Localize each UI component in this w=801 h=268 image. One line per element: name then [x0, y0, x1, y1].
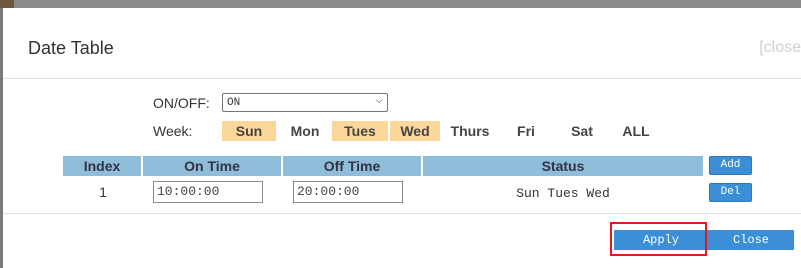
day-all[interactable]: ALL: [614, 121, 658, 141]
delete-button[interactable]: Del: [709, 183, 752, 202]
footer-divider: [3, 213, 801, 214]
header-divider: [3, 78, 801, 79]
day-sun[interactable]: Sun: [222, 121, 276, 141]
day-wed[interactable]: Wed: [390, 121, 440, 141]
day-sat[interactable]: Sat: [564, 121, 600, 141]
onoff-select[interactable]: ON ⌵: [222, 93, 388, 112]
window-top-bar: [0, 0, 801, 8]
header-status: Status: [423, 156, 703, 176]
off-time-input[interactable]: 20:00:00: [293, 181, 403, 203]
close-link[interactable]: [close: [759, 39, 801, 57]
on-time-input[interactable]: 10:00:00: [153, 181, 263, 203]
day-thurs[interactable]: Thurs: [444, 121, 496, 141]
onoff-label: ON/OFF:: [153, 95, 210, 111]
add-button[interactable]: Add: [709, 156, 752, 175]
window-top-accent: [0, 0, 14, 8]
row-index: 1: [99, 184, 107, 200]
close-button[interactable]: Close: [708, 230, 794, 250]
chevron-down-icon: ⌵: [375, 95, 383, 106]
day-tues[interactable]: Tues: [332, 121, 388, 141]
header-off-time: Off Time: [283, 156, 421, 176]
highlight-box: [610, 222, 707, 256]
row-status: Sun Tues Wed: [516, 186, 610, 201]
dialog-title: Date Table: [28, 38, 114, 58]
day-mon[interactable]: Mon: [280, 121, 330, 141]
header-on-time: On Time: [143, 156, 281, 176]
week-label: Week:: [153, 123, 193, 139]
onoff-select-value: ON: [227, 97, 241, 109]
day-fri[interactable]: Fri: [509, 121, 543, 141]
header-index: Index: [63, 156, 141, 176]
